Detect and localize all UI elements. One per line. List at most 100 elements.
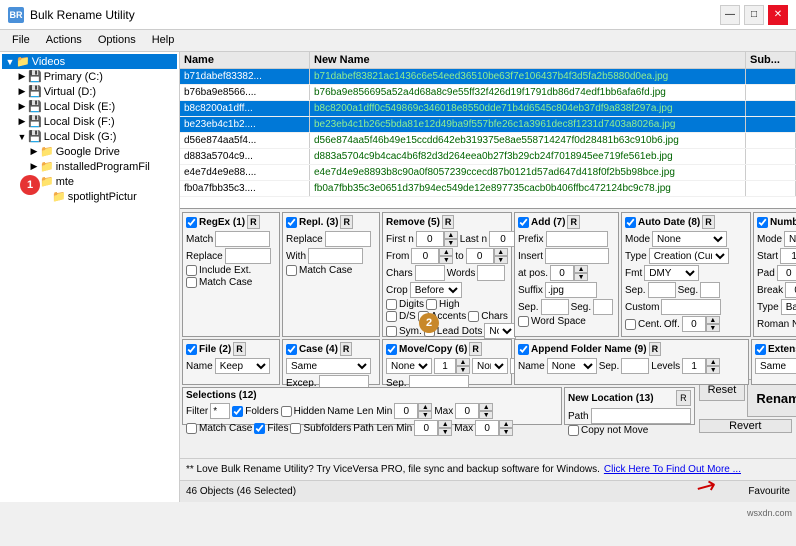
add-wordspace-checkbox[interactable] <box>518 316 529 327</box>
revert-button[interactable]: Revert <box>699 419 792 433</box>
tree-item-virtual-d[interactable]: ▶ 💾 Virtual (D:) <box>2 84 177 99</box>
remove-words-input[interactable] <box>477 265 505 281</box>
selections-namelen-max-input[interactable] <box>455 403 479 419</box>
autodate-custom-input[interactable] <box>661 299 721 315</box>
minimize-button[interactable]: — <box>720 5 740 25</box>
remove-lastn-input[interactable] <box>489 231 517 247</box>
extension-mode-select[interactable]: Same <box>755 358 796 374</box>
add-atpos-input[interactable] <box>550 265 574 281</box>
tree-item-primary-c[interactable]: ▶ 💾 Primary (C:) <box>2 69 177 84</box>
movecopy-checkbox[interactable] <box>386 344 397 355</box>
file-name-select[interactable]: Keep <box>215 358 270 374</box>
tree-item-google-drive[interactable]: ▶ 📁 Google Drive <box>2 144 177 159</box>
menu-options[interactable]: Options <box>90 32 144 49</box>
remove-firstn-input[interactable] <box>416 231 444 247</box>
autodate-off-input[interactable] <box>682 316 706 332</box>
selections-pathlen-max-input[interactable] <box>475 420 499 436</box>
add-prefix-input[interactable] <box>546 231 608 247</box>
regex-match-case-checkbox[interactable] <box>186 277 197 288</box>
menu-help[interactable]: Help <box>144 32 183 49</box>
regex-replace-input[interactable] <box>225 248 271 264</box>
add-suffix-input[interactable] <box>545 282 597 298</box>
remove-high-checkbox[interactable] <box>426 299 437 310</box>
file-checkbox[interactable] <box>186 344 197 355</box>
selections-pathlen-min-input[interactable] <box>414 420 438 436</box>
newlocation-path-input[interactable] <box>591 408 691 424</box>
numbering-start-input[interactable] <box>780 248 796 264</box>
file-row[interactable]: b71dabef83382... b71dabef83821ac1436c6e5… <box>180 69 796 85</box>
movecopy-type-select[interactable]: None <box>472 358 508 374</box>
remove-ds-checkbox[interactable] <box>386 311 397 322</box>
remove-to-input[interactable] <box>466 248 494 264</box>
selections-matchcase-checkbox[interactable] <box>186 423 197 434</box>
appendfolder-name-select[interactable]: None <box>547 358 597 374</box>
add-seg-input[interactable] <box>593 299 613 315</box>
numbering-mode-select[interactable]: None <box>784 231 796 247</box>
autodate-fmt-select[interactable]: DMY <box>644 265 699 281</box>
extension-checkbox[interactable] <box>755 344 766 355</box>
repl-replace-input[interactable] <box>325 231 371 247</box>
file-row[interactable]: e4e7d4e9e88.... e4e7d4e9e8893b8c90a0f805… <box>180 165 796 181</box>
repl-checkbox[interactable] <box>286 217 297 228</box>
file-row[interactable]: b8c8200a1dff... b8c8200a1dff0c549869c346… <box>180 101 796 117</box>
menu-actions[interactable]: Actions <box>38 32 90 49</box>
remove-panel: Remove (5) R First n ▲▼ Last n ▲▼ <box>382 212 512 337</box>
appendfolder-levels-input[interactable] <box>682 358 706 374</box>
tree-item-installed[interactable]: ▶ 📁 installedProgramFil <box>2 159 177 174</box>
autodate-checkbox[interactable] <box>625 217 636 228</box>
selections-namelen-min-input[interactable] <box>394 403 418 419</box>
file-row[interactable]: d883a5704c9... d883a5704c9b4cac4b6f82d3d… <box>180 149 796 165</box>
add-sep-input[interactable] <box>541 299 569 315</box>
tree-item-local-g[interactable]: ▼ 💾 Local Disk (G:) <box>2 129 177 144</box>
tree-item-videos[interactable]: ▼ 📁 Videos <box>2 54 177 69</box>
selections-hidden-checkbox[interactable] <box>281 406 292 417</box>
autodate-seg-input[interactable] <box>700 282 720 298</box>
close-button[interactable]: ✕ <box>768 5 788 25</box>
selections-files-checkbox[interactable] <box>254 423 265 434</box>
menu-file[interactable]: File <box>4 32 38 49</box>
newlocation-browse-button[interactable]: R <box>676 390 691 406</box>
remove-firstn-up[interactable]: ▲ <box>444 231 458 239</box>
selections-subfolders-checkbox[interactable] <box>290 423 301 434</box>
selections-folders-checkbox[interactable] <box>232 406 243 417</box>
tree-item-local-f[interactable]: ▶ 💾 Local Disk (F:) <box>2 114 177 129</box>
add-checkbox[interactable] <box>518 217 529 228</box>
repl-with-input[interactable] <box>308 248 363 264</box>
file-row[interactable]: fb0a7fbb35c3.... fb0a7fbb35c3e0651d37b94… <box>180 181 796 197</box>
remove-chars-input[interactable] <box>415 265 445 281</box>
tree-item-local-e[interactable]: ▶ 💾 Local Disk (E:) <box>2 99 177 114</box>
case-checkbox[interactable] <box>286 344 297 355</box>
movecopy-mode-select[interactable]: None <box>386 358 432 374</box>
file-row[interactable]: b76ba9e8566.... b76ba9e856695a52a4d68a8c… <box>180 85 796 101</box>
numbering-break-input[interactable] <box>785 282 796 298</box>
newlocation-copymove-checkbox[interactable] <box>568 425 579 436</box>
autodate-type-select[interactable]: Creation (Cur... <box>649 248 729 264</box>
maximize-button[interactable]: □ <box>744 5 764 25</box>
autodate-cent-checkbox[interactable] <box>625 319 636 330</box>
remove-firstn-down[interactable]: ▼ <box>444 239 458 247</box>
remove-crop-select[interactable]: BeforeAfter <box>410 282 462 298</box>
case-mode-select[interactable]: Same <box>286 358 371 374</box>
autodate-mode-select[interactable]: None <box>652 231 727 247</box>
remove-digits-checkbox[interactable] <box>386 299 397 310</box>
autodate-sep-input[interactable] <box>648 282 676 298</box>
selections-filter-input[interactable] <box>210 403 230 419</box>
remove-non-select[interactable]: Non <box>484 323 516 339</box>
appendfolder-checkbox[interactable] <box>518 344 529 355</box>
repl-match-case-checkbox[interactable] <box>286 265 297 276</box>
numbering-type-select[interactable]: Base 10 (Decimal) <box>781 299 796 315</box>
file-row[interactable]: be23eb4c1b2.... be23eb4c1b26c5bda81e12d4… <box>180 117 796 133</box>
remove-from-input[interactable] <box>411 248 439 264</box>
numbering-checkbox[interactable] <box>757 217 768 228</box>
remove-sym-checkbox[interactable] <box>386 326 397 337</box>
file-row[interactable]: d56e874aa5f4... d56e874aa5f46b49e15ccdd6… <box>180 133 796 149</box>
remove-chars2-checkbox[interactable] <box>468 311 479 322</box>
regex-checkbox[interactable] <box>186 217 197 228</box>
status-link[interactable]: Click Here To Find Out More ... <box>604 464 741 475</box>
add-insert-input[interactable] <box>545 248 609 264</box>
numbering-pad-input[interactable] <box>777 265 796 281</box>
movecopy-val1-input[interactable] <box>434 358 456 374</box>
regex-match-input[interactable] <box>215 231 270 247</box>
regex-include-ext-checkbox[interactable] <box>186 265 197 276</box>
appendfolder-sep-input[interactable] <box>621 358 649 374</box>
